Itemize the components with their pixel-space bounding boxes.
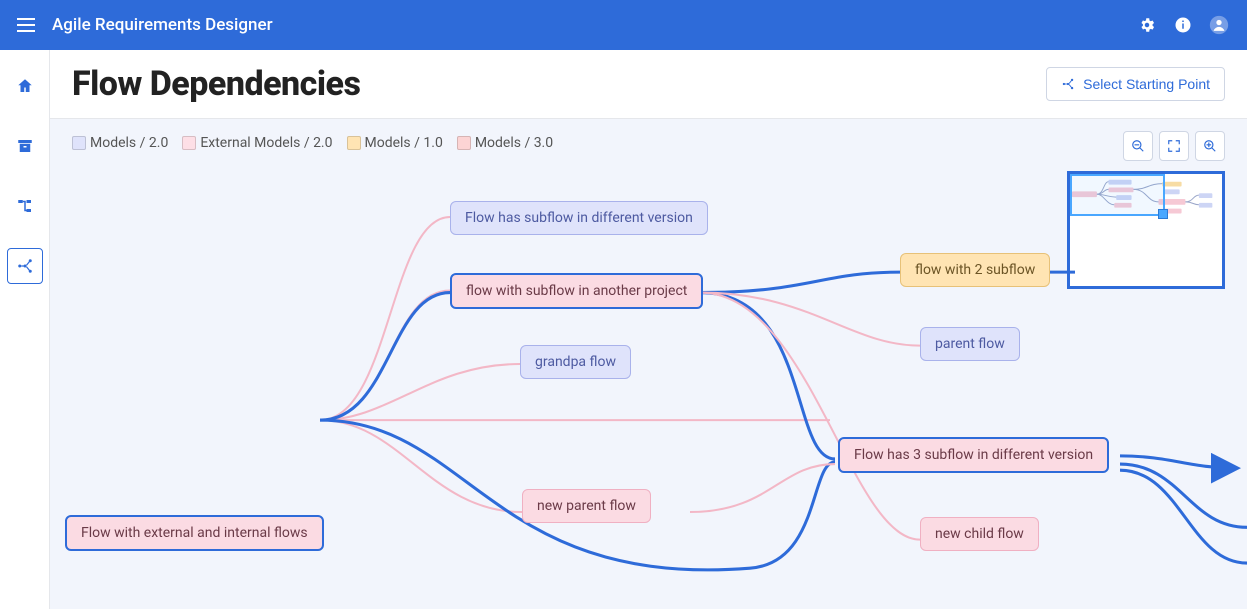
node-root[interactable]: Flow with external and internal flows	[65, 515, 324, 551]
target-icon	[1061, 77, 1075, 91]
select-starting-point-button[interactable]: Select Starting Point	[1046, 67, 1225, 101]
node-label: Flow has subflow in different version	[465, 210, 693, 226]
archive-icon[interactable]	[7, 128, 43, 164]
home-icon[interactable]	[7, 68, 43, 104]
dependencies-icon[interactable]	[7, 248, 43, 284]
user-icon[interactable]	[1205, 11, 1233, 39]
page-title: Flow Dependencies	[72, 64, 360, 104]
info-icon[interactable]	[1169, 11, 1197, 39]
node-label: flow with subflow in another project	[466, 283, 687, 299]
page-header: Flow Dependencies Select Starting Point	[50, 50, 1247, 119]
node-flow-with-2-subflow[interactable]: flow with 2 subflow	[900, 253, 1050, 287]
node-label: flow with 2 subflow	[915, 262, 1035, 278]
settings-icon[interactable]	[1133, 11, 1161, 39]
canvas[interactable]: Models / 2.0 External Models / 2.0 Model…	[50, 119, 1247, 609]
node-new-parent[interactable]: new parent flow	[522, 489, 651, 523]
node-label: grandpa flow	[535, 354, 616, 370]
node-label: parent flow	[935, 336, 1005, 352]
node-grandpa[interactable]: grandpa flow	[520, 345, 631, 379]
node-three-subflow-different-version[interactable]: Flow has 3 subflow in different version	[838, 437, 1109, 473]
node-label: Flow has 3 subflow in different version	[854, 447, 1093, 463]
node-subflow-different-version[interactable]: Flow has subflow in different version	[450, 201, 708, 235]
select-starting-point-label: Select Starting Point	[1083, 76, 1210, 92]
node-new-child[interactable]: new child flow	[920, 517, 1039, 551]
node-subflow-another-project[interactable]: flow with subflow in another project	[450, 273, 703, 309]
sidebar	[0, 50, 50, 609]
menu-icon[interactable]	[14, 13, 38, 37]
app-header: Agile Requirements Designer	[0, 0, 1247, 50]
node-parent[interactable]: parent flow	[920, 327, 1020, 361]
node-label: new child flow	[935, 526, 1024, 542]
tree-icon[interactable]	[7, 188, 43, 224]
node-label: Flow with external and internal flows	[81, 525, 308, 541]
node-label: new parent flow	[537, 498, 636, 514]
app-title: Agile Requirements Designer	[52, 15, 273, 35]
